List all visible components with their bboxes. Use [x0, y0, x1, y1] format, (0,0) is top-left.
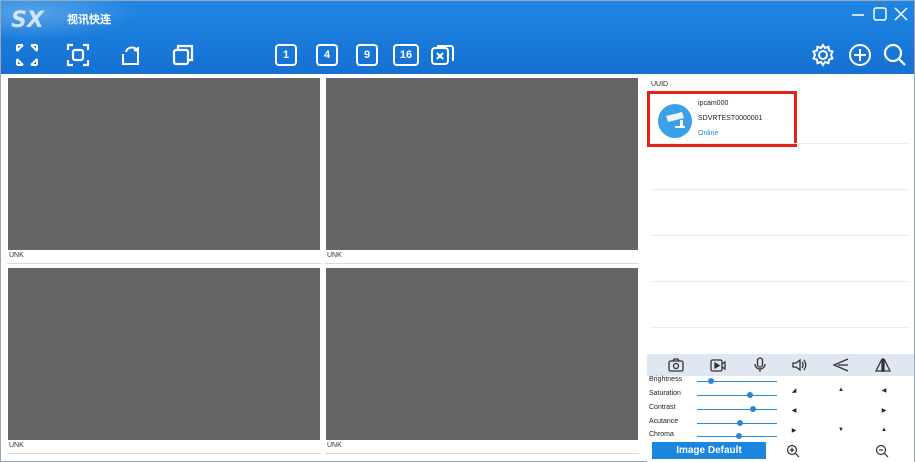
device-status: Online: [698, 130, 719, 137]
copy-window-button[interactable]: [169, 41, 197, 69]
chroma-knob[interactable]: [735, 433, 742, 439]
device-name: ipcam000: [698, 100, 729, 107]
layout-1-button[interactable]: 1: [275, 44, 297, 66]
add-device-button[interactable]: [846, 41, 874, 69]
mirror-icon[interactable]: [874, 357, 892, 373]
list-divider: [651, 327, 909, 328]
brightness-knob[interactable]: [708, 378, 715, 384]
capture-frame-button[interactable]: [64, 41, 92, 69]
fullscreen-button[interactable]: [13, 41, 41, 69]
device-uid: SDVRTEST0000001: [698, 115, 763, 122]
camera-device-icon: [658, 104, 692, 138]
record-icon[interactable]: [709, 357, 727, 373]
list-divider: [651, 143, 909, 144]
pane-divider: [7, 453, 321, 454]
rotate-button[interactable]: [117, 41, 145, 69]
saturation-slider[interactable]: Saturation: [647, 390, 787, 402]
acutance-slider[interactable]: Acutance: [647, 418, 787, 430]
close-all-button[interactable]: [428, 42, 456, 70]
contrast-track[interactable]: [697, 409, 777, 410]
video-surface[interactable]: [8, 268, 320, 440]
contrast-label: Contrast: [649, 404, 676, 411]
app-title: 视讯快连: [67, 13, 111, 26]
gear-icon: [812, 43, 834, 67]
device-list-panel: UUID ipcam000 SDVRTEST0000001 Online: [647, 77, 914, 353]
maximize-icon[interactable]: [870, 4, 890, 24]
ptz-right-icon[interactable]: ▶: [879, 405, 889, 415]
fullscreen-icon: [16, 44, 38, 66]
camera-icon[interactable]: [667, 357, 685, 373]
video-pane[interactable]: UNK: [325, 267, 639, 454]
zoom-in-icon[interactable]: [786, 444, 800, 458]
list-divider: [651, 281, 909, 282]
pane-divider: [7, 263, 321, 264]
contrast-knob[interactable]: [750, 406, 756, 412]
pane-label: UNK: [327, 442, 342, 449]
zoom-out-icon[interactable]: [875, 444, 889, 458]
search-button[interactable]: [881, 41, 909, 69]
pane-divider: [325, 263, 639, 264]
add-icon: [849, 44, 871, 66]
pane-divider: [325, 453, 639, 454]
pane-label: UNK: [9, 252, 24, 259]
saturation-knob[interactable]: [746, 392, 753, 398]
brightness-slider[interactable]: Brightness: [647, 376, 787, 388]
video-pane[interactable]: UNK: [325, 77, 639, 264]
saturation-track[interactable]: [697, 395, 777, 396]
video-pane[interactable]: UNK: [7, 77, 321, 264]
ptz-down-right-icon[interactable]: ▶: [789, 425, 799, 435]
media-control-bar: [647, 354, 914, 376]
ptz-up-icon[interactable]: ▲: [836, 385, 846, 395]
video-surface[interactable]: [8, 78, 320, 250]
close-square-icon: [431, 45, 454, 65]
video-grid: UNK UNK UNK UNK: [7, 77, 640, 457]
app-logo: SX: [11, 8, 45, 33]
chroma-label: Chroma: [649, 431, 674, 438]
list-divider: [651, 189, 909, 190]
speaker-icon[interactable]: [791, 357, 809, 373]
video-surface[interactable]: [326, 268, 638, 440]
send-icon[interactable]: [832, 357, 850, 373]
video-surface[interactable]: [326, 78, 638, 250]
search-icon: [883, 43, 906, 66]
layout-9-button[interactable]: 9: [356, 44, 378, 66]
ptz-left-icon[interactable]: ◀: [879, 385, 889, 395]
pane-label: UNK: [327, 252, 342, 259]
copy-window-icon: [172, 44, 194, 66]
video-pane[interactable]: UNK: [7, 267, 321, 454]
pane-label: UNK: [9, 442, 24, 449]
device-list-header: UUID: [651, 81, 669, 88]
layout-16-button[interactable]: 16: [393, 44, 419, 66]
contrast-slider[interactable]: Contrast: [647, 404, 787, 416]
ptz-down-icon[interactable]: ▼: [836, 425, 846, 435]
acutance-label: Acutance: [649, 418, 679, 425]
microphone-icon[interactable]: [751, 357, 769, 373]
device-item[interactable]: ipcam000 SDVRTEST0000001 Online: [647, 91, 797, 147]
rotate-icon: [122, 46, 139, 65]
image-default-button[interactable]: Image Default: [652, 442, 766, 459]
close-icon[interactable]: [891, 4, 911, 24]
ptz-up-alt-icon[interactable]: ▲: [879, 425, 889, 435]
list-divider: [651, 235, 909, 236]
settings-button[interactable]: [809, 41, 837, 69]
capture-frame-icon: [66, 43, 90, 67]
layout-4-button[interactable]: 4: [316, 44, 338, 66]
app-window: SX 视讯快连 1 4 9 16 UNK UNK UNK UNK UUID ip…: [0, 0, 915, 462]
image-adjust-panel: Brightness Saturation Contrast Acutance …: [647, 376, 914, 462]
ptz-left-alt-icon[interactable]: ◀: [789, 405, 799, 415]
minimize-icon[interactable]: [848, 4, 868, 24]
saturation-label: Saturation: [649, 390, 681, 397]
ptz-up-left-icon[interactable]: ◢: [789, 385, 799, 395]
brightness-label: Brightness: [649, 376, 683, 383]
title-toolbar: SX 视讯快连 1 4 9 16: [1, 1, 914, 74]
svg-text:SX: SX: [11, 8, 45, 33]
acutance-knob[interactable]: [737, 420, 744, 426]
